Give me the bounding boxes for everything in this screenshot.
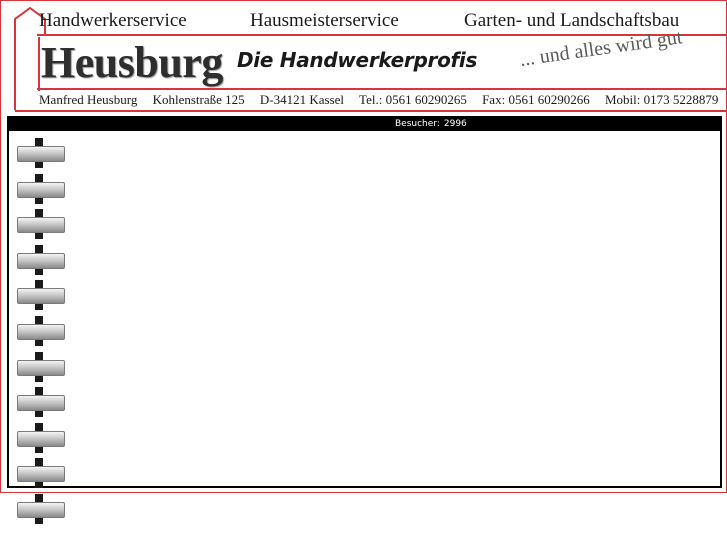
contact-line: Manfred Heusburg Kohlenstraße 125 D-3412… [39, 92, 727, 108]
brand-logo: Heusburg [41, 38, 223, 87]
binding-ring [17, 138, 65, 168]
visitor-bar: Besucher: 2996 [9, 118, 720, 131]
service-hausmeisterservice: Hausmeisterservice [250, 10, 399, 31]
binding-ring [17, 458, 65, 489]
visitor-counter: Besucher: 2996 [395, 118, 467, 131]
binding-ring [17, 244, 65, 275]
visitor-count: 2996 [443, 119, 467, 129]
tagline: Die Handwerkerprofis [237, 48, 478, 72]
header-divider-bottom [15, 110, 726, 112]
content-frame: Besucher: 2996 [7, 116, 722, 524]
binding-ring [17, 422, 65, 453]
service-garten-landschaftsbau: Garten- und Landschaftsbau [464, 10, 680, 31]
visitor-label: Besucher: [395, 119, 440, 129]
spiral-binding-icon [17, 136, 69, 524]
binding-ring [17, 494, 65, 524]
binding-ring [17, 316, 65, 346]
binding-ring [17, 351, 65, 382]
service-handwerkerservice: Handwerkerservice [39, 10, 187, 31]
contact-phone: Tel.: 0561 60290265 [359, 92, 467, 107]
binding-ring [17, 209, 65, 240]
page-frame: Handwerkerservice Hausmeisterservice Gar… [0, 0, 727, 524]
binding-ring [17, 280, 65, 311]
contact-street: Kohlenstraße 125 [152, 92, 245, 107]
contact-fax: Fax: 0561 60290266 [482, 92, 590, 107]
binding-ring [17, 387, 65, 418]
contact-name: Manfred Heusburg [39, 92, 138, 107]
binding-ring [17, 173, 65, 204]
contact-city: D-34121 Kassel [259, 92, 345, 107]
contact-mobile: Mobil: 0173 5228879 [604, 92, 719, 107]
header-divider-middle [37, 88, 726, 90]
